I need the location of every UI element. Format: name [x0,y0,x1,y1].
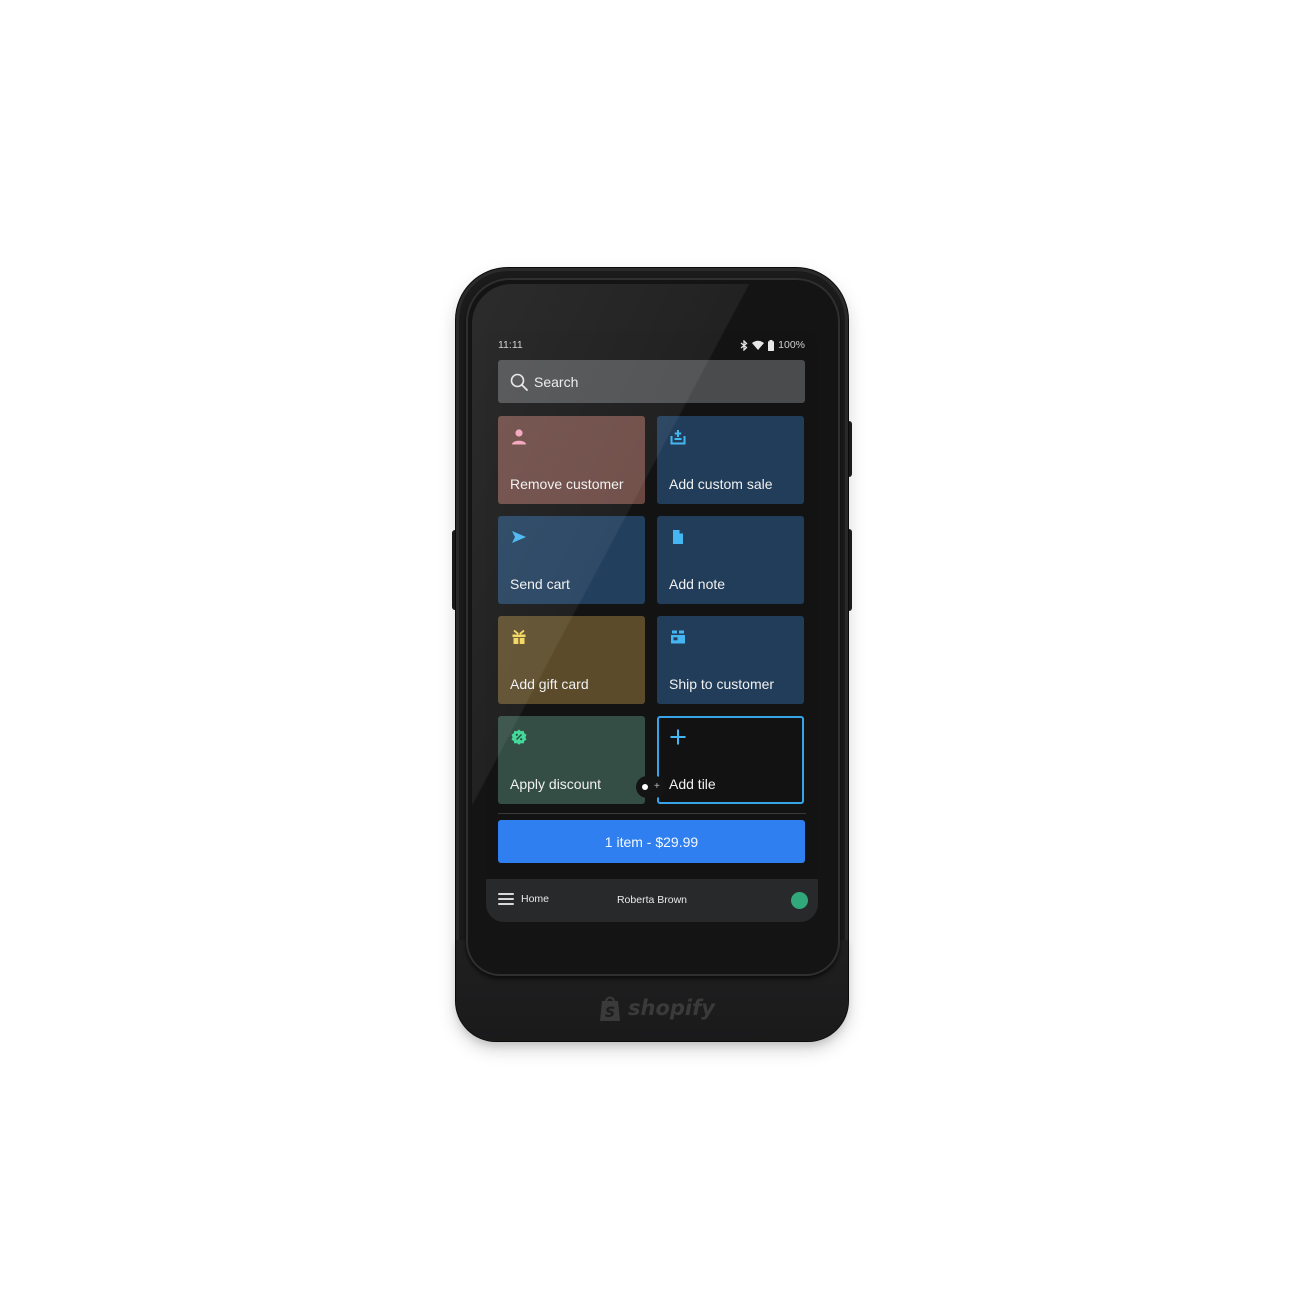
brand-logo: S shopify [598,992,715,1024]
checkout-label: 1 item - $29.99 [604,833,699,850]
shopify-bag-icon: S [600,996,620,1021]
page-dot-active[interactable] [642,784,648,790]
tile-label: Add tile [669,776,716,792]
gift-icon [512,629,526,644]
checkout-button[interactable]: 1 item - $29.99 [498,820,805,863]
battery-level: 100% [778,339,805,351]
status-icons: 100% [740,339,805,351]
search-input[interactable]: Search [498,360,805,403]
tile-apply-discount[interactable]: Apply discount [498,716,645,804]
tile-remove-customer[interactable]: Remove customer [498,416,645,504]
battery-icon [768,339,775,351]
search-placeholder: Search [534,373,579,390]
clock: 11:11 [498,339,523,351]
pos-screen: 11:11 100% Search Remove customer Add cu… [486,330,818,922]
tile-grid: Remove customer Add custom sale Send car… [498,416,806,804]
person-icon [512,429,526,445]
wifi-icon [752,340,765,350]
send-icon [512,531,526,543]
svg-text:S: S [605,1005,615,1021]
tile-label: Apply discount [510,776,602,792]
tile-add-custom-sale[interactable]: Add custom sale [657,416,804,504]
add-page-button[interactable]: + [654,782,660,792]
tray-add-icon [670,430,686,445]
tile-label: Send cart [510,576,570,592]
brand-wordmark: shopify [628,996,715,1020]
tile-label: Add custom sale [669,476,773,492]
tile-ship-to-customer[interactable]: Ship to customer [657,616,804,704]
tile-label: Add gift card [510,676,589,692]
tile-add-gift-card[interactable]: Add gift card [498,616,645,704]
bottom-bar: Home Roberta Brown [486,879,818,922]
shipping-box-icon [671,630,685,644]
tile-label: Ship to customer [669,676,775,692]
divider [498,813,806,814]
tile-add-tile[interactable]: Add tile [657,716,804,804]
status-bar: 11:11 100% [498,338,805,352]
note-icon [673,530,683,544]
plus-icon [670,729,686,745]
tile-add-note[interactable]: Add note [657,516,804,604]
tile-label: Remove customer [510,476,624,492]
tile-send-cart[interactable]: Send cart [498,516,645,604]
search-icon [510,373,528,391]
page-indicator[interactable]: + [636,776,666,798]
discount-icon [511,729,527,745]
online-status-indicator[interactable] [791,892,808,909]
staff-name[interactable]: Roberta Brown [486,894,818,906]
bluetooth-icon [740,339,748,351]
tile-label: Add note [669,576,726,592]
